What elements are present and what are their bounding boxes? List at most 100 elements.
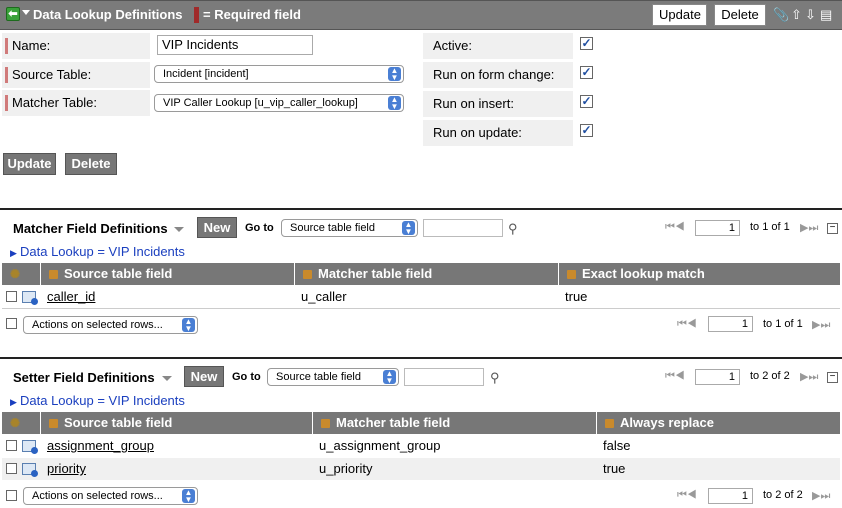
- header-delete-button[interactable]: Delete: [714, 4, 766, 26]
- info-dot: [31, 447, 38, 454]
- settings-column[interactable]: ✺: [2, 263, 40, 285]
- setter-range-text: to 2 of 2: [750, 370, 790, 382]
- required-bar: [5, 95, 8, 111]
- breadcrumb-caret-icon: ▶: [10, 248, 17, 258]
- down-arrow-icon[interactable]: ⇩: [805, 7, 816, 23]
- list-menu-caret-icon[interactable]: [174, 227, 184, 232]
- table-row: assignment_group u_assignment_group fals…: [2, 435, 840, 457]
- setter-new-button[interactable]: New: [184, 366, 224, 387]
- name-label-text: Name:: [12, 38, 51, 53]
- name-field[interactable]: VIP Incidents: [157, 35, 313, 55]
- goto-label: Go to: [232, 371, 261, 383]
- gear-icon[interactable]: ✺: [10, 416, 20, 430]
- source-table-value: Incident [incident]: [163, 68, 249, 80]
- source-field-link[interactable]: priority: [41, 458, 86, 480]
- run-form-change-label: Run on form change:: [423, 62, 573, 88]
- matcher-list-title[interactable]: Matcher Field Definitions: [13, 221, 168, 236]
- source-table-select[interactable]: Incident [incident] ▲ ▼: [154, 65, 404, 83]
- setter-footer-page-input[interactable]: 1: [708, 488, 753, 504]
- first-prev-page-icon[interactable]: ⏮◀: [665, 370, 685, 383]
- row-checkbox[interactable]: [6, 291, 17, 302]
- column-header[interactable]: Source table field: [40, 412, 312, 434]
- setter-page-input[interactable]: 1: [695, 369, 740, 385]
- back-arrow-icon[interactable]: ⬅: [6, 7, 20, 21]
- next-last-page-icon[interactable]: ▶⏭: [812, 318, 830, 332]
- breadcrumb-caret-icon: ▶: [10, 397, 17, 407]
- run-update-label: Run on update:: [423, 120, 573, 146]
- search-icon[interactable]: ⚲: [508, 221, 518, 237]
- matcher-footer-page-input[interactable]: 1: [708, 316, 753, 332]
- table-row: priority u_priority true: [2, 458, 840, 480]
- collapse-icon[interactable]: −: [827, 223, 838, 234]
- attachment-icon[interactable]: 📎: [773, 7, 789, 23]
- matcher-table-header: ✺ Source table field Matcher table field…: [2, 263, 840, 285]
- select-arrows-icon: ▲ ▼: [383, 370, 396, 385]
- update-button[interactable]: Update: [3, 153, 56, 175]
- next-last-page-icon[interactable]: ▶⏭: [800, 221, 818, 235]
- collapse-icon[interactable]: −: [827, 372, 838, 383]
- gear-icon[interactable]: ✺: [10, 267, 20, 281]
- goto-select-value: Source table field: [290, 222, 375, 234]
- matcher-goto-select[interactable]: Source table field ▲ ▼: [281, 219, 418, 237]
- header-update-button[interactable]: Update: [652, 4, 707, 26]
- row-checkbox[interactable]: [6, 440, 17, 451]
- settings-column[interactable]: ✺: [2, 412, 40, 434]
- source-field-link[interactable]: caller_id: [41, 286, 95, 308]
- setter-search-input[interactable]: [404, 368, 484, 386]
- column-header[interactable]: Matcher table field: [294, 263, 558, 285]
- column-header[interactable]: Always replace: [596, 412, 840, 434]
- column-header[interactable]: Exact lookup match: [558, 263, 840, 285]
- delete-button[interactable]: Delete: [65, 153, 117, 175]
- matcher-search-input[interactable]: [423, 219, 503, 237]
- matcher-table-select[interactable]: VIP Caller Lookup [u_vip_caller_lookup] ▲…: [154, 94, 404, 112]
- column-label: Always replace: [620, 415, 714, 430]
- setter-list-title[interactable]: Setter Field Definitions: [13, 370, 155, 385]
- required-bar: [5, 67, 8, 83]
- matcher-actions-select[interactable]: Actions on selected rows... ▲ ▼: [23, 316, 198, 334]
- required-field-marker: [194, 7, 199, 23]
- run-form-change-checkbox[interactable]: ✓: [580, 66, 593, 79]
- goto-label: Go to: [245, 222, 274, 234]
- first-prev-page-icon[interactable]: ⏮◀: [677, 489, 697, 502]
- first-prev-page-icon[interactable]: ⏮◀: [677, 318, 697, 331]
- setter-footer-range: to 2 of 2: [763, 489, 803, 501]
- active-checkbox[interactable]: ✓: [580, 37, 593, 50]
- matcher-new-button[interactable]: New: [197, 217, 237, 238]
- matcher-page-input[interactable]: 1: [695, 220, 740, 236]
- matcher-table-value: VIP Caller Lookup [u_vip_caller_lookup]: [163, 97, 358, 109]
- column-header[interactable]: Matcher table field: [312, 412, 596, 434]
- next-last-page-icon[interactable]: ▶⏭: [800, 370, 818, 384]
- next-last-page-icon[interactable]: ▶⏭: [812, 489, 830, 503]
- column-header[interactable]: Source table field: [40, 263, 294, 285]
- first-prev-page-icon[interactable]: ⏮◀: [665, 221, 685, 234]
- setter-actions-select[interactable]: Actions on selected rows... ▲ ▼: [23, 487, 198, 505]
- section-divider: [0, 357, 842, 359]
- list-view-icon[interactable]: ▤: [820, 7, 832, 23]
- row-checkbox[interactable]: [6, 463, 17, 474]
- back-menu-caret-icon[interactable]: [22, 10, 30, 15]
- row-separator: [2, 308, 840, 309]
- setter-breadcrumb[interactable]: Data Lookup = VIP Incidents: [20, 393, 185, 408]
- search-icon[interactable]: ⚲: [490, 370, 500, 386]
- value-cell: true: [565, 289, 588, 304]
- select-all-checkbox[interactable]: [6, 490, 17, 501]
- setter-goto-select[interactable]: Source table field ▲ ▼: [267, 368, 399, 386]
- matcher-table-label-text: Matcher Table:: [12, 95, 98, 110]
- matcher-breadcrumb[interactable]: Data Lookup = VIP Incidents: [20, 244, 185, 259]
- table-row: caller_id u_caller true: [2, 286, 840, 308]
- list-menu-caret-icon[interactable]: [162, 376, 172, 381]
- record-info-icon[interactable]: [22, 463, 38, 477]
- up-arrow-icon[interactable]: ⇧: [791, 7, 802, 23]
- source-field-link[interactable]: assignment_group: [41, 435, 154, 457]
- record-info-icon[interactable]: [22, 440, 38, 454]
- record-info-icon[interactable]: [22, 291, 38, 305]
- select-all-checkbox[interactable]: [6, 318, 17, 329]
- actions-select-value: Actions on selected rows...: [32, 490, 163, 502]
- run-insert-checkbox[interactable]: ✓: [580, 95, 593, 108]
- active-label: Active:: [423, 33, 573, 59]
- run-update-checkbox[interactable]: ✓: [580, 124, 593, 137]
- field-icon: [303, 270, 312, 279]
- source-table-label-text: Source Table:: [12, 67, 92, 82]
- matcher-footer-range: to 1 of 1: [763, 318, 803, 330]
- actions-select-value: Actions on selected rows...: [32, 319, 163, 331]
